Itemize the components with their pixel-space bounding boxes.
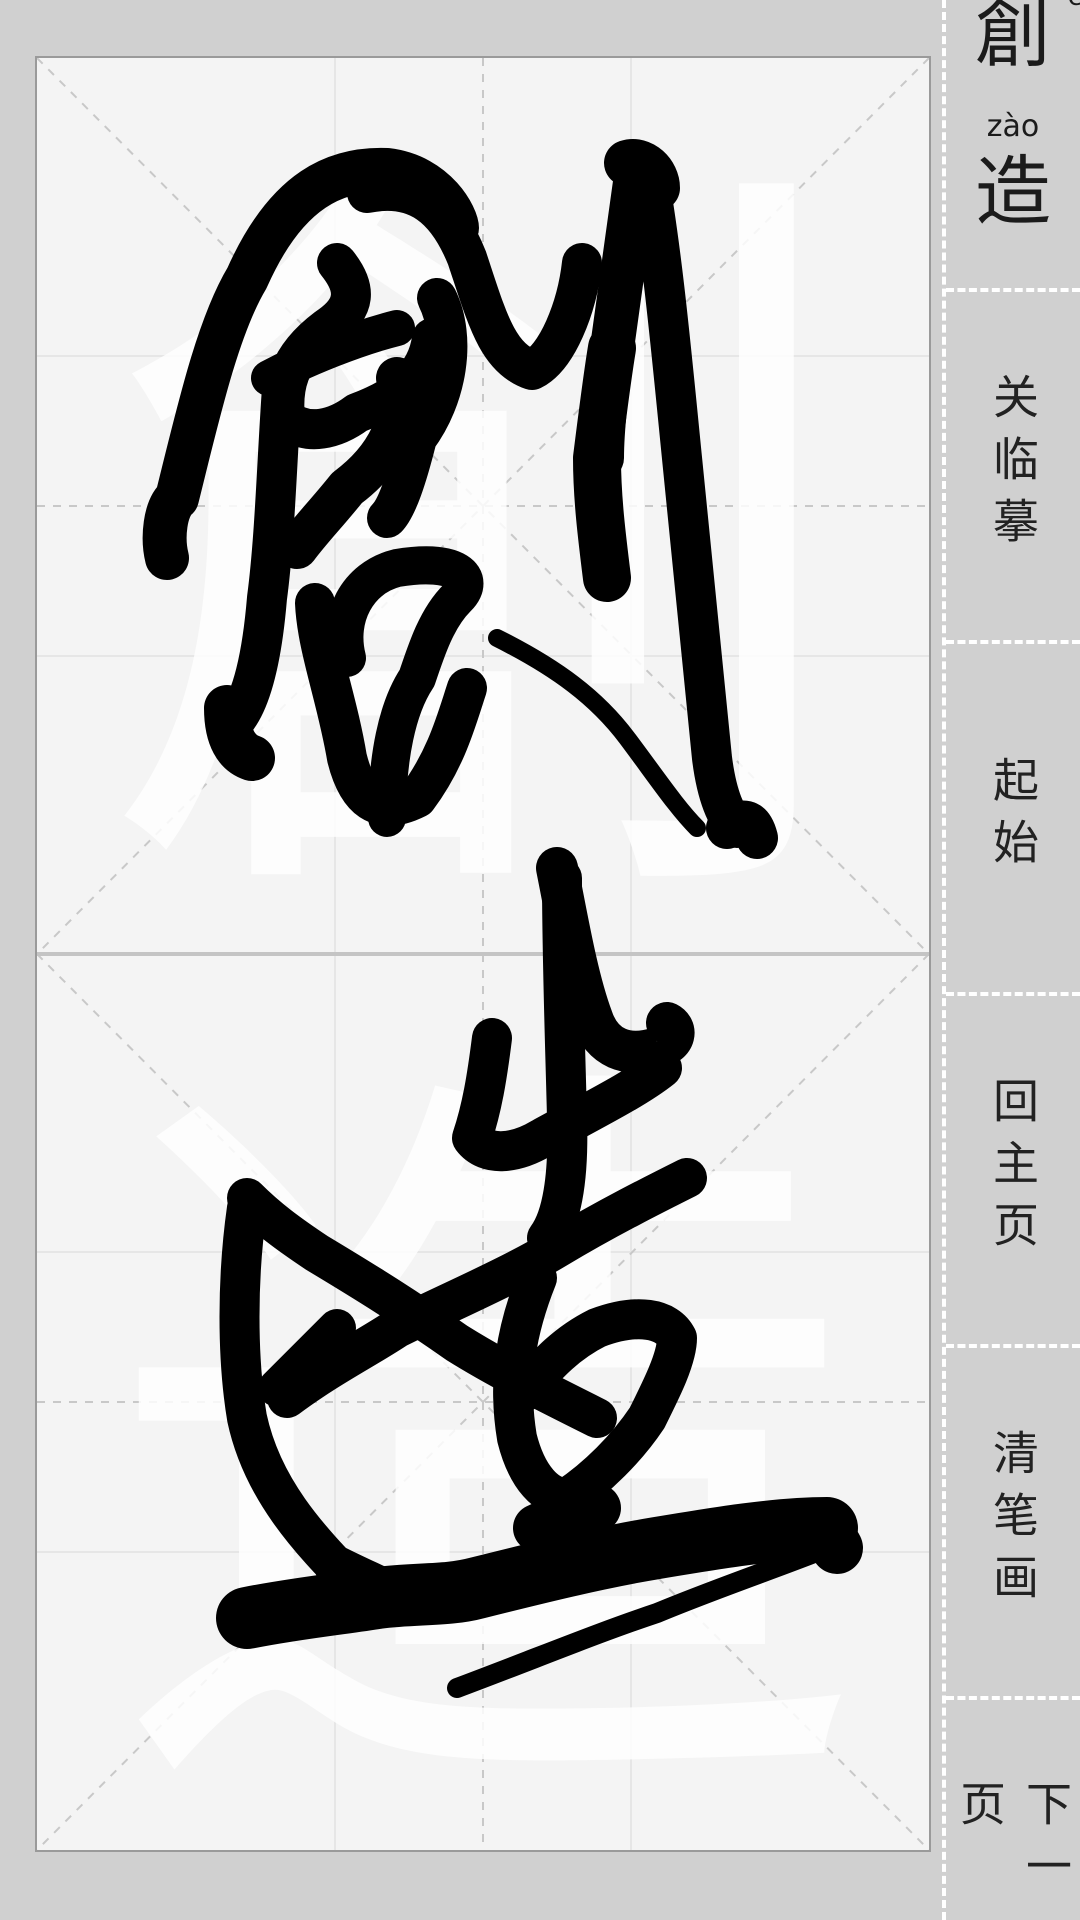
writing-canvas[interactable]: 創 造 <box>35 56 931 1852</box>
current-character-1: 創 <box>975 0 1051 78</box>
restart-label: 起始 <box>986 756 1040 880</box>
ink-stroke <box>781 1510 863 1574</box>
character-2-pinyin: zào <box>986 109 1040 144</box>
clear-strokes-label: 清笔画 <box>986 1429 1040 1615</box>
ink-stroke <box>204 685 275 781</box>
ink-stroke <box>604 139 680 211</box>
sidebar: 創 c zào 造 关临摹 起始 回主页 清笔画 下一页 <box>942 0 1080 1920</box>
current-character-2: 造 <box>975 147 1051 236</box>
ink-stroke <box>513 1484 621 1552</box>
ink-stroke <box>706 800 778 859</box>
character-info-panel: 創 c zào 造 <box>946 0 1080 292</box>
character-1-pinyin: c <box>1068 0 1080 12</box>
toggle-tracing-button[interactable]: 关临摹 <box>946 292 1080 644</box>
clear-strokes-button[interactable]: 清笔画 <box>946 1348 1080 1700</box>
next-page-label: 下一页 <box>953 1780 1073 1904</box>
toggle-tracing-label: 关临摹 <box>986 373 1040 559</box>
ink-stroke <box>527 858 588 1258</box>
calligraphy-practice-screen: 創 造 創 zào 造 关临摹 起始 回主页 清笔画 下一页 <box>0 0 1080 1920</box>
writing-canvas-svg[interactable]: 創 造 <box>37 58 929 1850</box>
home-label: 回主页 <box>986 1077 1040 1263</box>
home-button[interactable]: 回主页 <box>946 996 1080 1348</box>
restart-button[interactable]: 起始 <box>946 644 1080 996</box>
next-page-button[interactable]: 下一页 <box>946 1700 1080 1920</box>
